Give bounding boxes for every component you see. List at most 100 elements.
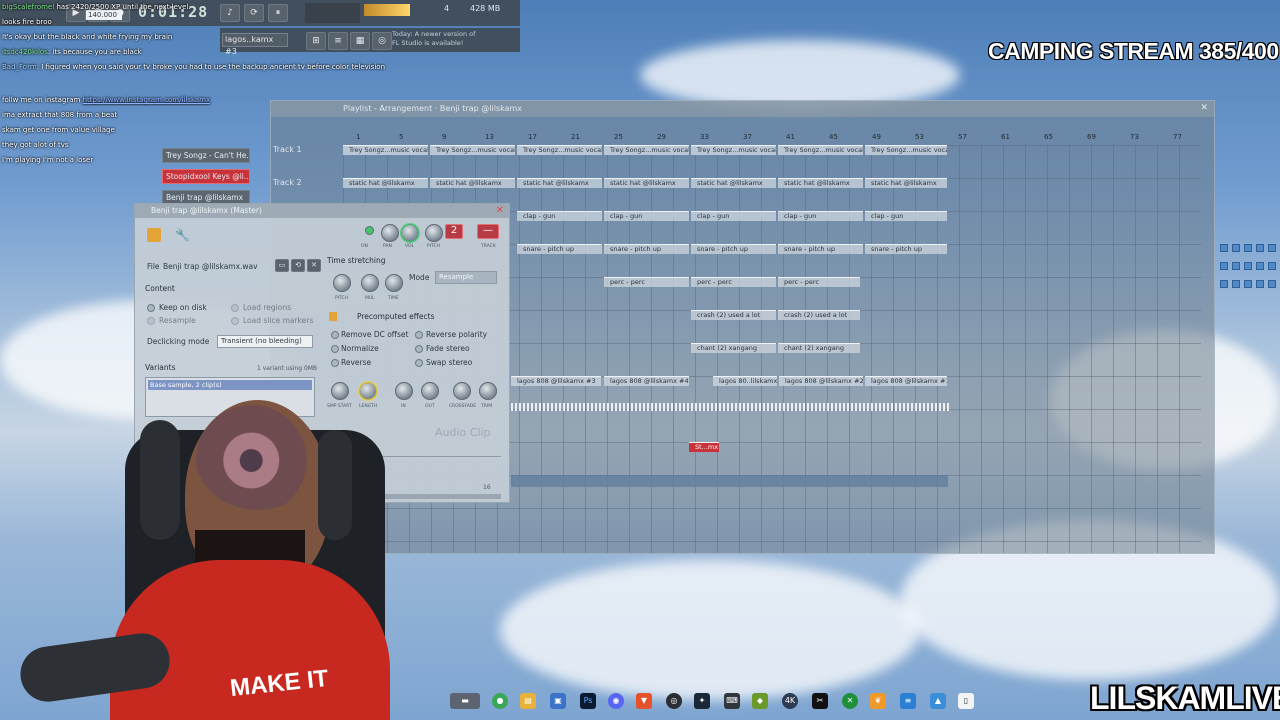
pattern-clip[interactable]: clap - gun bbox=[517, 211, 602, 221]
trim-knob[interactable] bbox=[479, 382, 497, 400]
channel-item[interactable]: Stoopidxool Keys @li... bbox=[162, 169, 250, 184]
resample-radio[interactable] bbox=[147, 317, 155, 325]
out-knob[interactable] bbox=[421, 382, 439, 400]
pattern-clip[interactable]: static hat @lilskamx bbox=[691, 178, 776, 188]
pattern-clip[interactable]: snare - pitch up bbox=[517, 244, 602, 254]
metronome-button[interactable]: ♪ bbox=[220, 4, 240, 22]
track-number[interactable]: 2 bbox=[445, 224, 463, 239]
stretch-mul-knob[interactable] bbox=[361, 274, 379, 292]
pattern-clip[interactable]: static hat @lilskamx bbox=[604, 178, 689, 188]
pattern-clip[interactable]: static hat @lilskamx bbox=[865, 178, 947, 188]
audio-clip-selected[interactable]: St...mx bbox=[689, 442, 719, 452]
pattern-clip[interactable]: static hat @lilskamx bbox=[430, 178, 515, 188]
notepad-icon[interactable]: ≡ bbox=[900, 693, 916, 709]
pattern-clip[interactable]: static hat @lilskamx bbox=[343, 178, 428, 188]
automation-lane[interactable] bbox=[511, 475, 948, 487]
vol-knob[interactable] bbox=[401, 224, 419, 242]
variant-row[interactable]: Base sample, 2 clip(s) bbox=[148, 380, 312, 390]
keep-on-disk-radio[interactable] bbox=[147, 304, 155, 312]
mixer-track-button[interactable]: — bbox=[477, 224, 499, 239]
load-slice-markers-radio[interactable] bbox=[231, 317, 239, 325]
pitch-knob[interactable] bbox=[425, 224, 443, 242]
pattern-clip[interactable]: chant (2) xangang bbox=[691, 343, 776, 353]
audio-clip[interactable]: Trey Songz...music vocals bbox=[517, 145, 602, 155]
pattern-clip[interactable]: snare - pitch up bbox=[691, 244, 776, 254]
pattern-clip[interactable]: snare - pitch up bbox=[865, 244, 947, 254]
pattern-clip[interactable]: snare - pitch up bbox=[778, 244, 863, 254]
channel-item[interactable]: Trey Songz - Can't He... bbox=[162, 148, 250, 163]
pattern-clip[interactable]: chant (2) xangang bbox=[778, 343, 860, 353]
reverse-polarity-radio[interactable] bbox=[415, 331, 423, 339]
audio-clip[interactable]: lagos 808 @lilskamx #4 bbox=[604, 376, 689, 386]
mixer-button[interactable]: ≡ bbox=[328, 32, 348, 50]
pattern-clip[interactable]: crash (2) used a lot bbox=[691, 310, 776, 320]
clear-icon[interactable]: ✕ bbox=[307, 259, 321, 272]
obs-icon[interactable]: ◎ bbox=[666, 693, 682, 709]
pattern-clip[interactable]: perc - perc bbox=[778, 277, 860, 287]
audio-clip[interactable]: lagos 808 @lilskamx #1 bbox=[865, 376, 947, 386]
update-hint[interactable]: Today: A newer version of FL Studio is a… bbox=[392, 30, 484, 50]
swap-stereo-radio[interactable] bbox=[415, 359, 423, 367]
audio-clip[interactable]: lagos 808 @lilskamx #3 bbox=[511, 376, 601, 386]
stretch-pitch-knob[interactable] bbox=[333, 274, 351, 292]
close-icon[interactable]: ✕ bbox=[1200, 103, 1208, 113]
crossfade-knob[interactable] bbox=[453, 382, 471, 400]
snap-button[interactable]: ⊞ bbox=[306, 32, 326, 50]
pattern-clip[interactable]: snare - pitch up bbox=[604, 244, 689, 254]
fl-studio-icon[interactable]: ❦ bbox=[870, 693, 886, 709]
fade-stereo-radio[interactable] bbox=[415, 345, 423, 353]
keyboard-icon[interactable]: ⌨ bbox=[724, 693, 740, 709]
pattern-selector[interactable]: lagos..kamx #3 bbox=[222, 33, 288, 56]
pattern-clip[interactable]: static hat @lilskamx bbox=[517, 178, 602, 188]
pattern-clip[interactable]: perc - perc bbox=[604, 277, 689, 287]
wait-button[interactable]: ⏸ bbox=[268, 4, 288, 22]
pattern-clip[interactable]: perc - perc bbox=[691, 277, 776, 287]
pattern-clip[interactable]: clap - gun bbox=[865, 211, 947, 221]
store-icon[interactable]: ▣ bbox=[550, 693, 566, 709]
chrome-icon[interactable]: ● bbox=[492, 693, 508, 709]
mode-select[interactable]: Resample bbox=[435, 271, 497, 284]
audio-clip[interactable]: Trey Songz...music vocals bbox=[343, 145, 428, 155]
audio-clip[interactable]: lagos 80..lilskamx bbox=[713, 376, 777, 386]
audio-clip[interactable]: Trey Songz...music vocals bbox=[430, 145, 515, 155]
track-label[interactable]: Track 2 bbox=[273, 178, 302, 187]
pattern-clip[interactable]: clap - gun bbox=[604, 211, 689, 221]
close-icon[interactable]: ✕ bbox=[496, 205, 504, 216]
channel-rack-button[interactable]: ▦ bbox=[350, 32, 370, 50]
audio-clip[interactable]: Trey Songz...music vocals bbox=[778, 145, 863, 155]
explorer-icon[interactable]: ▬ bbox=[450, 693, 480, 709]
game-icon[interactable]: ◆ bbox=[752, 693, 768, 709]
tempo-display[interactable]: 140.000 bbox=[86, 10, 122, 20]
folder-icon[interactable]: ▤ bbox=[520, 693, 536, 709]
reverse-radio[interactable] bbox=[331, 359, 339, 367]
audio-clip[interactable]: Trey Songz...music vocals bbox=[604, 145, 689, 155]
normalize-radio[interactable] bbox=[331, 345, 339, 353]
wrench-icon[interactable]: 🔧 bbox=[175, 228, 190, 242]
length-knob[interactable] bbox=[359, 382, 377, 400]
load-regions-radio[interactable] bbox=[231, 304, 239, 312]
audio-clip[interactable]: lagos 808 @lilskamx #2 bbox=[779, 376, 863, 386]
photoshop-icon[interactable]: Ps bbox=[580, 693, 596, 709]
remove-dc-radio[interactable] bbox=[331, 331, 339, 339]
file-icon[interactable]: ▯ bbox=[958, 693, 974, 709]
pattern-clip[interactable]: clap - gun bbox=[778, 211, 863, 221]
xbox-icon[interactable]: ✕ bbox=[842, 693, 858, 709]
loop-button[interactable]: ⟳ bbox=[244, 4, 264, 22]
pan-knob[interactable] bbox=[381, 224, 399, 242]
timeline-ruler[interactable]: 1 5 9 13 17 21 25 29 33 37 41 45 49 53 57 61 65 69 73 77 bbox=[346, 131, 1196, 143]
browser-button[interactable]: ◎ bbox=[372, 32, 392, 50]
reload-icon[interactable]: ⟲ bbox=[291, 259, 305, 272]
steam-icon[interactable]: ✦ bbox=[694, 693, 710, 709]
pattern-clip[interactable]: static hat @lilskamx bbox=[778, 178, 863, 188]
discord-icon[interactable]: ◉ bbox=[608, 693, 624, 709]
capcut-icon[interactable]: ✂ bbox=[812, 693, 828, 709]
audio-clip[interactable]: Trey Songz...music vocals bbox=[865, 145, 947, 155]
brave-icon[interactable]: ▼ bbox=[636, 693, 652, 709]
folder-icon[interactable]: ▭ bbox=[275, 259, 289, 272]
declicking-select[interactable]: Transient (no bleeding) bbox=[217, 335, 313, 348]
track-label[interactable]: Track 1 bbox=[273, 145, 302, 154]
smp-start-knob[interactable] bbox=[331, 382, 349, 400]
pattern-clip[interactable]: crash (2) used a lot bbox=[778, 310, 860, 320]
photos-icon[interactable]: ▲ bbox=[930, 693, 946, 709]
on-led[interactable] bbox=[365, 226, 374, 235]
